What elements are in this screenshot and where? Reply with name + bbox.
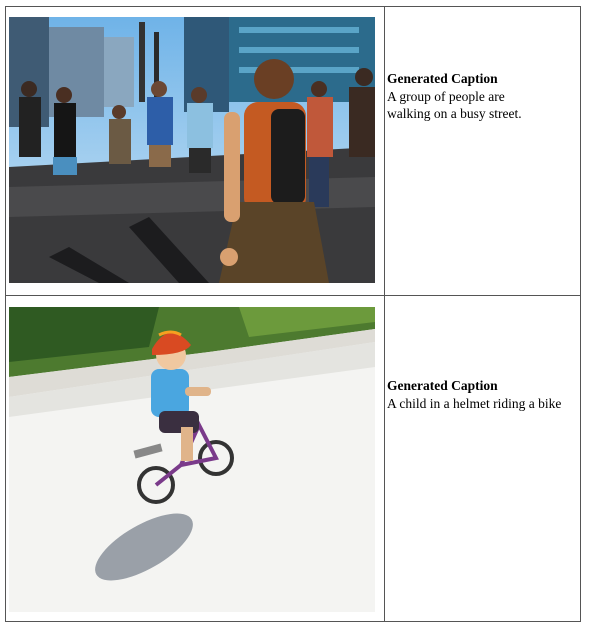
column-divider (384, 7, 385, 295)
results-table: Generated Caption A group of people are … (5, 6, 581, 622)
street-crowd-photo (9, 17, 375, 283)
caption-cell: Generated Caption A child in a helmet ri… (387, 377, 581, 412)
child-bike-photo (9, 307, 375, 612)
caption-title: Generated Caption (387, 378, 498, 393)
caption-title: Generated Caption (387, 71, 498, 86)
column-divider (384, 296, 385, 621)
caption-text: A group of people are walking on a busy … (387, 89, 522, 121)
table-row: Generated Caption A group of people are … (6, 7, 580, 296)
caption-cell: Generated Caption A group of people are … (387, 70, 581, 122)
caption-text: A child in a helmet riding a bike (387, 396, 562, 411)
table-row: Generated Caption A child in a helmet ri… (6, 296, 580, 621)
